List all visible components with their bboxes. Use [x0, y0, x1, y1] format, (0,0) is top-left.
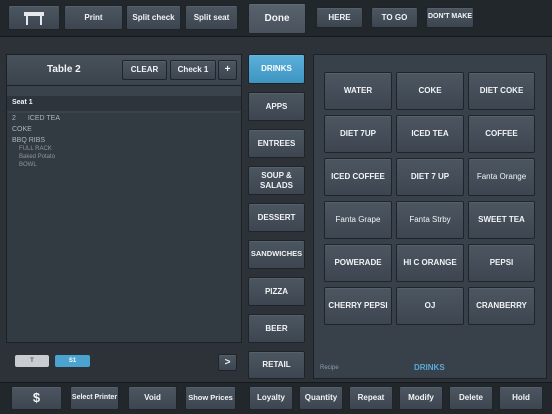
category-sandwiches[interactable]: SANDWICHES [248, 240, 305, 269]
order-line[interactable]: BBQ RIBS [12, 137, 45, 144]
category-dessert[interactable]: DESSERT [248, 203, 305, 232]
item-water[interactable]: WATER [324, 72, 392, 110]
item-fanta-grape[interactable]: Fanta Grape [324, 201, 392, 239]
category-drinks[interactable]: DRINKS [248, 54, 305, 84]
payment-button[interactable]: $ [11, 386, 62, 410]
seat-label: Seat 1 [12, 99, 33, 106]
order-line[interactable]: 2 ICED TEA [12, 115, 60, 122]
order-modifier-name: FULL RACK [19, 146, 52, 152]
item-sweet-tea[interactable]: SWEET TEA [468, 201, 535, 239]
order-line-name: ICED TEA [27, 115, 61, 122]
item-diet-7-up[interactable]: DIET 7 UP [396, 158, 464, 196]
quantity-button[interactable]: Quantity [299, 386, 343, 410]
order-modifier-name: BOWL [19, 162, 37, 168]
clear-button[interactable]: CLEAR [122, 60, 167, 80]
order-panel: Table 2 CLEAR Check 1 + Seat 1 2 ICED TE… [6, 54, 242, 343]
current-category-label: DRINKS [414, 363, 445, 372]
item-fanta-orange[interactable]: Fanta Orange [468, 158, 535, 196]
order-line-qty: 2 [12, 115, 16, 122]
add-check-button[interactable]: + [218, 60, 237, 80]
order-modifier[interactable]: Baked Potato [19, 154, 55, 160]
seat-tab-table[interactable]: T [15, 355, 49, 367]
seat-header[interactable]: Seat 1 [7, 96, 241, 111]
item-iced-tea[interactable]: ICED TEA [396, 115, 464, 153]
table-title: Table 2 [47, 64, 81, 75]
item-pepsi[interactable]: PEPSI [468, 244, 535, 282]
next-seat-button[interactable]: > [218, 354, 237, 371]
dont-make-button[interactable]: DON'T MAKE [426, 7, 474, 28]
item-diet-coke[interactable]: DIET COKE [468, 72, 535, 110]
category-entrees[interactable]: ENTREES [248, 129, 305, 158]
category-pizza[interactable]: PIZZA [248, 277, 305, 306]
order-line-name: BBQ RIBS [12, 137, 46, 144]
table-view-button[interactable] [8, 5, 60, 30]
item-fanta-strby[interactable]: Fanta Strby [396, 201, 464, 239]
table-icon [24, 11, 44, 25]
split-check-button[interactable]: Split check [126, 5, 181, 30]
check-selector[interactable]: Check 1 [170, 60, 216, 80]
split-seat-button[interactable]: Split seat [185, 5, 238, 30]
top-bar: Print Split check Split seat Done HERE T… [0, 0, 552, 37]
item-oj[interactable]: OJ [396, 287, 464, 325]
category-soup-salads[interactable]: SOUP & SALADS [248, 166, 305, 195]
select-printer-button[interactable]: Select Printer [70, 386, 119, 410]
bottom-bar: $ Select Printer Void Show Prices Loyalt… [0, 382, 552, 414]
category-beer[interactable]: BEER [248, 314, 305, 343]
category-retail[interactable]: RETAIL [248, 351, 305, 379]
order-line-name: COKE [12, 126, 32, 133]
item-cherry-pepsi[interactable]: CHERRY PEPSI [324, 287, 392, 325]
void-button[interactable]: Void [128, 386, 177, 410]
order-items-list: 2 ICED TEA COKE BBQ RIBS FULL RACK Baked… [7, 113, 241, 342]
show-prices-button[interactable]: Show Prices [185, 386, 236, 410]
order-modifier-name: Baked Potato [19, 154, 56, 160]
delete-button[interactable]: Delete [449, 386, 493, 410]
item-hi-c-orange[interactable]: HI C ORANGE [396, 244, 464, 282]
item-cranberry[interactable]: CRANBERRY [468, 287, 535, 325]
done-button[interactable]: Done [248, 3, 306, 34]
repeat-button[interactable]: Repeat [349, 386, 393, 410]
item-diet-7up[interactable]: DIET 7UP [324, 115, 392, 153]
order-modifier[interactable]: FULL RACK [19, 146, 52, 152]
seat-tab-s1[interactable]: S1 [55, 355, 90, 367]
item-iced-coffee[interactable]: ICED COFFEE [324, 158, 392, 196]
recipe-link[interactable]: Recipe [320, 365, 339, 371]
item-powerade[interactable]: POWERADE [324, 244, 392, 282]
here-button[interactable]: HERE [316, 7, 363, 28]
loyalty-button[interactable]: Loyalty [249, 386, 293, 410]
print-button[interactable]: Print [64, 5, 123, 30]
order-modifier[interactable]: BOWL [19, 162, 37, 168]
item-coffee[interactable]: COFFEE [468, 115, 535, 153]
to-go-button[interactable]: TO GO [371, 7, 418, 28]
item-coke[interactable]: COKE [396, 72, 464, 110]
category-apps[interactable]: APPS [248, 92, 305, 121]
hold-button[interactable]: Hold [499, 386, 543, 410]
order-line[interactable]: COKE [12, 126, 32, 133]
order-panel-header: Table 2 CLEAR Check 1 + [7, 55, 241, 86]
modify-button[interactable]: Modify [399, 386, 443, 410]
